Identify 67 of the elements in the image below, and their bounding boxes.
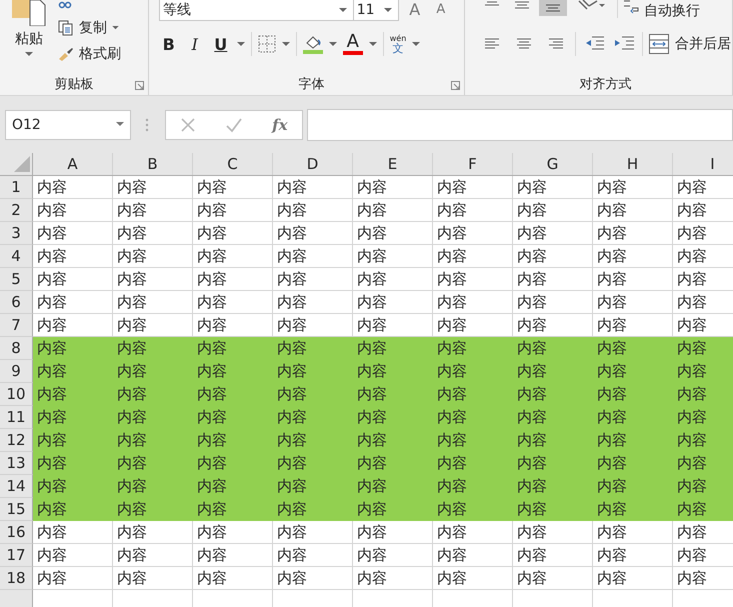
row-header[interactable]: 2 (0, 199, 33, 222)
merge-cells-icon (648, 34, 669, 54)
caret-icon[interactable] (282, 42, 290, 46)
row-header[interactable]: 8 (0, 337, 33, 360)
row-header[interactable]: 11 (0, 406, 33, 429)
formula-input[interactable] (307, 108, 733, 140)
column-header[interactable]: D (273, 153, 353, 175)
column-header[interactable]: I (673, 153, 733, 175)
check-icon[interactable] (225, 116, 244, 132)
caret-icon[interactable] (25, 52, 33, 57)
column-header[interactable]: B (113, 153, 193, 175)
row-header[interactable]: 9 (0, 360, 33, 383)
name-box[interactable]: O12 (5, 110, 131, 140)
format-painter-button[interactable]: 格式刷 (79, 45, 121, 63)
group-label: 剪贴板 (54, 76, 94, 93)
grow-font-button[interactable]: A (404, 0, 425, 18)
align-bottom-icon[interactable] (538, 0, 567, 16)
underline-button[interactable]: U (210, 34, 231, 54)
italic-button[interactable]: I (184, 34, 205, 54)
font-size-field[interactable]: 11 (352, 0, 399, 21)
caret-icon[interactable] (236, 42, 245, 46)
caret-icon[interactable] (112, 26, 119, 30)
row-header[interactable]: 13 (0, 452, 33, 475)
group-label: 字体 (298, 76, 324, 93)
caret-icon[interactable] (368, 42, 377, 46)
copy-icon (58, 20, 74, 36)
row-header[interactable]: 18 (0, 567, 33, 590)
caret-icon[interactable] (338, 8, 347, 12)
row-header[interactable]: 12 (0, 429, 33, 452)
row-header[interactable]: 3 (0, 222, 33, 245)
column-header[interactable]: C (193, 153, 273, 175)
font-color-button[interactable]: A (342, 33, 363, 51)
paste-button[interactable]: 粘贴 (15, 30, 43, 48)
row-header[interactable]: 16 (0, 521, 33, 544)
row-header[interactable]: 17 (0, 544, 33, 567)
row-header[interactable]: 7 (0, 314, 33, 337)
row-header[interactable]: 14 (0, 475, 33, 498)
caret-icon[interactable] (412, 42, 420, 46)
wrap-text-button[interactable]: 自动换行 (644, 2, 700, 20)
font-name-field[interactable]: 等线 (158, 0, 354, 21)
bold-button[interactable]: B (158, 34, 179, 54)
dialog-launcher-icon[interactable] (450, 81, 460, 90)
phonetic-guide-button[interactable]: wén 文 (390, 34, 406, 54)
row-header[interactable]: 4 (0, 245, 33, 268)
dialog-launcher-icon[interactable] (134, 81, 144, 90)
group-label: 对齐方式 (579, 76, 632, 93)
row-header[interactable]: 15 (0, 498, 33, 521)
column-header[interactable]: E (353, 153, 433, 175)
borders-icon[interactable] (258, 35, 276, 53)
fill-bucket-icon[interactable] (302, 34, 323, 54)
row-header[interactable]: 1 (0, 176, 33, 199)
grip-icon (145, 118, 149, 132)
row-header[interactable]: 6 (0, 291, 33, 314)
insert-function-button[interactable]: fx (272, 116, 288, 134)
merge-center-button[interactable]: 合并后居 (674, 35, 731, 53)
row-header[interactable]: 5 (0, 268, 33, 291)
paintbrush-icon (58, 47, 74, 61)
column-header[interactable]: A (33, 153, 113, 175)
column-header[interactable]: F (433, 153, 513, 175)
wrap-text-icon (622, 0, 640, 14)
caret-icon[interactable] (384, 8, 392, 12)
column-header[interactable]: G (513, 153, 593, 175)
row-header[interactable]: 10 (0, 383, 33, 406)
column-header[interactable]: H (593, 153, 673, 175)
caret-icon[interactable] (328, 42, 337, 46)
copy-button[interactable]: 复制 (79, 19, 107, 37)
shrink-font-button[interactable]: A (430, 2, 451, 16)
